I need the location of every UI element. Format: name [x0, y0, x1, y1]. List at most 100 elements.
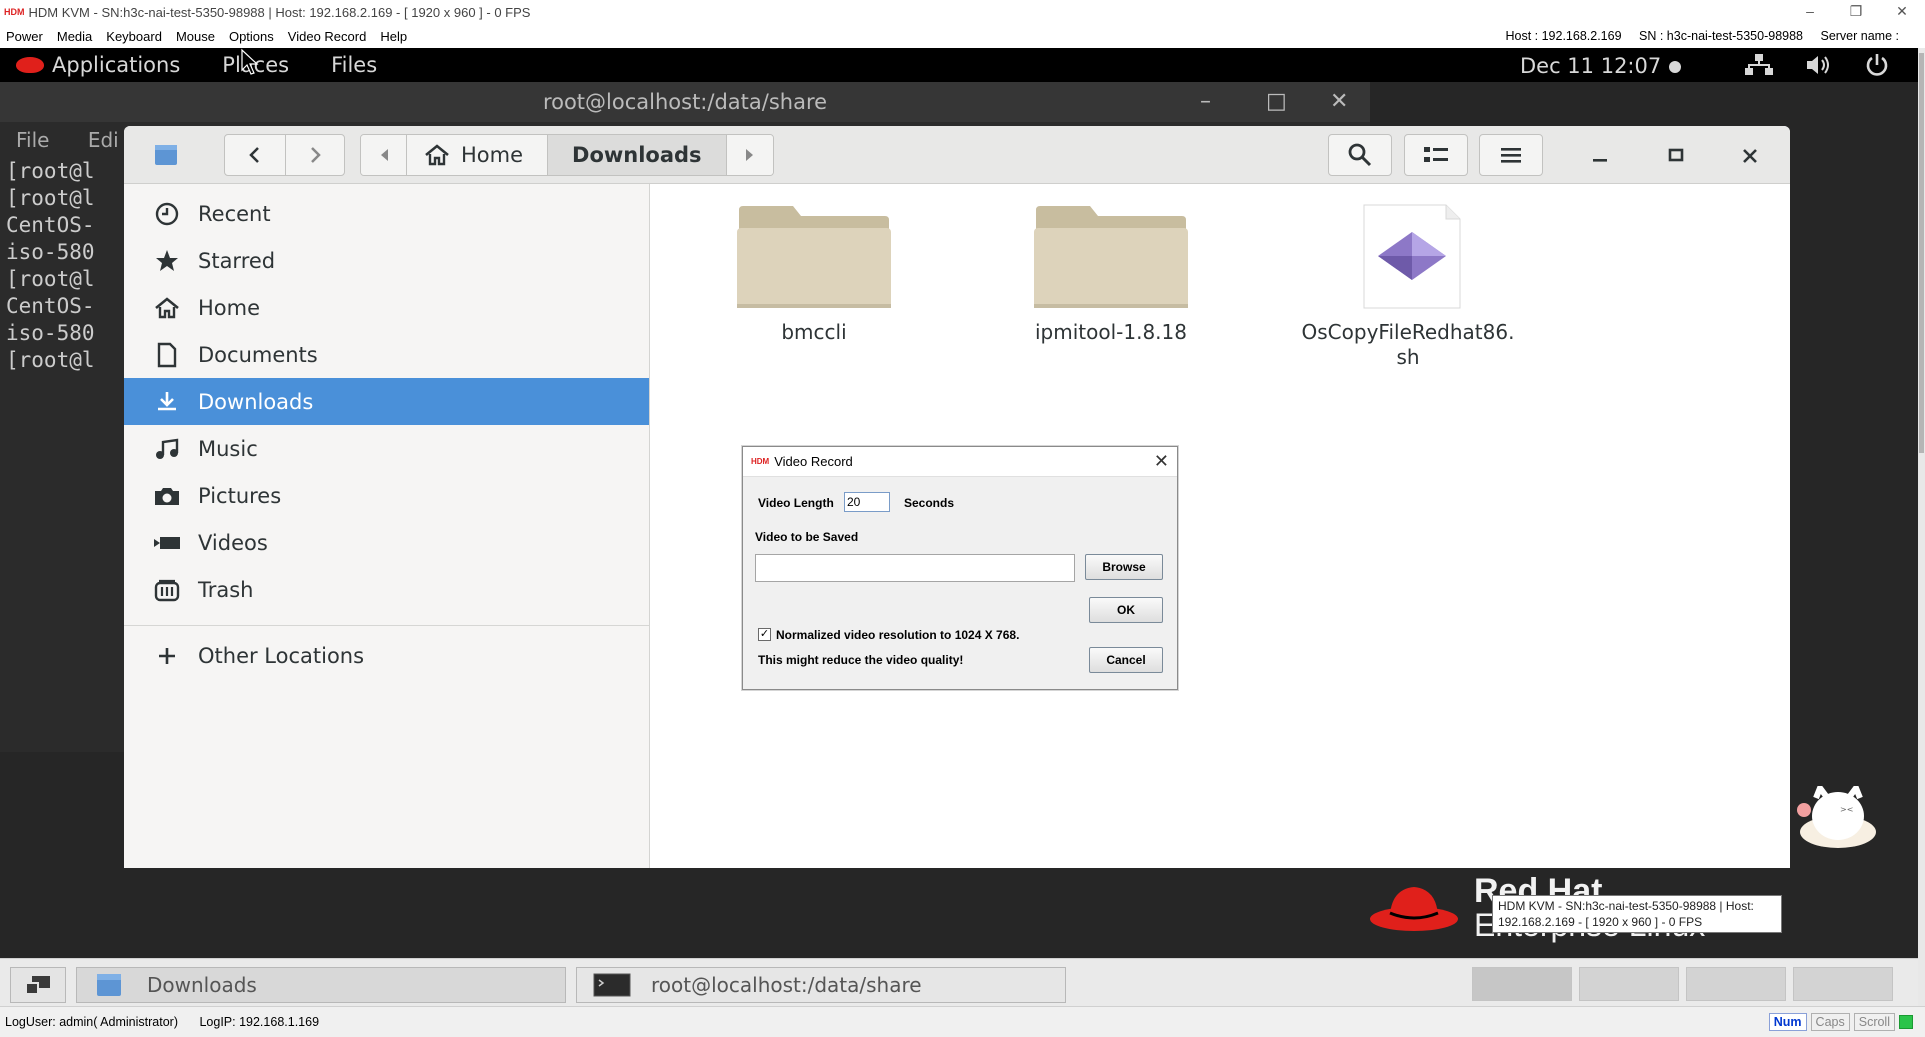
power-icon[interactable]	[1864, 52, 1890, 78]
save-path-input[interactable]	[755, 554, 1075, 582]
trash-icon	[154, 579, 180, 601]
path-current-label: Downloads	[572, 143, 702, 167]
sidebar-item-documents[interactable]: Documents	[124, 331, 649, 378]
power-status-icon	[1899, 1015, 1913, 1029]
menu-options[interactable]: Options	[222, 29, 281, 44]
scrollbar-thumb[interactable]	[1919, 53, 1924, 453]
workspace-3[interactable]	[1686, 967, 1786, 1001]
ok-button[interactable]: OK	[1089, 597, 1163, 623]
path-right-arrow-button[interactable]	[726, 135, 773, 175]
sidebar-item-label: Documents	[198, 342, 318, 367]
triangle-right-icon	[745, 149, 753, 161]
kvm-window-title: HDM KVM - SN:h3c-nai-test-5350-98988 | H…	[28, 4, 531, 20]
normalize-label: Normalized video resolution to 1024 X 76…	[776, 628, 1020, 642]
path-left-arrow-button[interactable]	[361, 135, 407, 175]
svg-text:><: ><	[1840, 805, 1853, 814]
path-crumb-downloads[interactable]: Downloads	[548, 135, 727, 175]
folder-item-bmccli[interactable]: bmccli	[694, 204, 934, 345]
normalize-checkbox[interactable]: ✓	[758, 628, 771, 641]
menu-help[interactable]: Help	[373, 29, 414, 44]
path-crumb-home[interactable]: Home	[407, 135, 549, 175]
applications-menu[interactable]: Applications	[52, 53, 180, 77]
close-icon[interactable]: ✕	[1879, 0, 1925, 24]
file-name-line2: sh	[1396, 345, 1420, 369]
sidebar-item-trash[interactable]: Trash	[124, 566, 649, 613]
show-desktop-button[interactable]	[10, 967, 66, 1003]
terminal-menu-edit[interactable]: Edi	[88, 128, 119, 152]
clock[interactable]: Dec 11 12:07	[1520, 54, 1682, 78]
search-button[interactable]	[1328, 134, 1392, 176]
network-icon[interactable]	[1744, 53, 1774, 77]
script-file-icon	[1363, 204, 1461, 309]
browse-button[interactable]: Browse	[1085, 554, 1163, 580]
taskbar-item-downloads[interactable]: Downloads	[76, 967, 566, 1003]
workspace-4[interactable]	[1793, 967, 1893, 1001]
sidebar-item-recent[interactable]: Recent	[124, 190, 649, 237]
view-toggle-button[interactable]	[1404, 134, 1468, 176]
sidebar-item-home[interactable]: Home	[124, 284, 649, 331]
terminal-menu-file[interactable]: File	[16, 128, 49, 152]
dialog-close-button[interactable]: ✕	[1154, 451, 1169, 472]
kvm-tooltip: HDM KVM - SN:h3c-nai-test-5350-98988 | H…	[1492, 895, 1782, 933]
sidebar-item-music[interactable]: Music	[124, 425, 649, 472]
menu-video-record[interactable]: Video Record	[281, 29, 374, 44]
maximize-icon	[1668, 148, 1684, 162]
sidebar-item-label: Downloads	[198, 389, 314, 414]
clock-icon	[155, 202, 179, 225]
terminal-maximize-icon[interactable]: □	[1266, 82, 1287, 122]
sidebar-item-downloads[interactable]: Downloads	[124, 378, 649, 425]
volume-icon[interactable]	[1804, 53, 1834, 77]
tooltip-line: HDM KVM - SN:h3c-nai-test-5350-98988 | H…	[1498, 899, 1754, 913]
video-length-label: Video Length	[758, 496, 834, 510]
back-button[interactable]	[224, 134, 286, 176]
restore-icon[interactable]: ❐	[1833, 0, 1879, 24]
kvm-status-bar: LogUser: admin( Administrator) LogIP: 19…	[0, 1006, 1925, 1037]
video-record-dialog[interactable]: HDM Video Record ✕ Video Length Seconds …	[742, 446, 1178, 690]
menu-power[interactable]: Power	[0, 29, 50, 44]
forward-button[interactable]	[285, 134, 345, 176]
sidebar-item-pictures[interactable]: Pictures	[124, 472, 649, 519]
menu-media[interactable]: Media	[50, 29, 99, 44]
scroll-lock-indicator: Scroll	[1853, 1013, 1895, 1031]
log-user: LogUser: admin( Administrator)	[5, 1015, 178, 1029]
sidebar-item-label: Other Locations	[198, 643, 365, 668]
window-maximize-button[interactable]	[1666, 146, 1696, 166]
terminal-title: root@localhost:/data/share	[542, 90, 828, 114]
cancel-button[interactable]: Cancel	[1089, 647, 1163, 673]
menu-button[interactable]	[1479, 134, 1543, 176]
hamburger-icon	[1501, 148, 1521, 163]
sidebar-item-label: Starred	[198, 248, 276, 273]
sn-label: SN : h3c-nai-test-5350-98988	[1639, 29, 1803, 43]
menu-mouse[interactable]: Mouse	[169, 29, 222, 44]
video-length-input[interactable]	[844, 492, 890, 512]
kvm-menu-bar: Power Media Keyboard Mouse Options Video…	[0, 24, 1925, 48]
terminal-title-bar: root@localhost:/data/share – □ ✕	[0, 82, 1370, 122]
sidebar-item-label: Recent	[198, 201, 271, 226]
star-icon	[156, 249, 178, 271]
taskbar-item-label: Downloads	[147, 973, 257, 997]
sidebar-item-other-locations[interactable]: Other Locations	[124, 632, 649, 679]
taskbar-item-label: root@localhost:/data/share	[651, 973, 922, 997]
window-minimize-button[interactable]	[1590, 146, 1620, 166]
sidebar-divider	[124, 625, 649, 626]
file-item-oscopyfile[interactable]: OsCopyFileRedhat86. sh	[1288, 204, 1528, 370]
redhat-hat-icon	[16, 57, 44, 73]
sidebar-item-starred[interactable]: Starred	[124, 237, 649, 284]
workspace-2[interactable]	[1579, 967, 1679, 1001]
vertical-scrollbar[interactable]	[1918, 48, 1925, 1006]
terminal-minimize-icon[interactable]: –	[1200, 82, 1211, 122]
folder-item-ipmitool[interactable]: ipmitool-1.8.18	[991, 204, 1231, 345]
sidebar-item-videos[interactable]: Videos	[124, 519, 649, 566]
workspace-1[interactable]	[1472, 967, 1572, 1001]
system-tray[interactable]	[1744, 48, 1890, 82]
files-menu[interactable]: Files	[331, 53, 377, 77]
terminal-close-icon[interactable]: ✕	[1330, 82, 1348, 122]
minimize-icon	[1593, 159, 1607, 162]
remote-screen[interactable]: Applications Places Files Dec 11 12:07 r…	[0, 48, 1918, 1006]
places-sidebar: Recent Starred Home Documents Downloads …	[124, 184, 650, 868]
menu-keyboard[interactable]: Keyboard	[99, 29, 169, 44]
taskbar-item-terminal[interactable]: root@localhost:/data/share	[576, 967, 1066, 1003]
mascot-icon: ><	[1797, 786, 1876, 848]
minimize-icon[interactable]: –	[1787, 0, 1833, 24]
window-close-button[interactable]	[1740, 146, 1770, 166]
